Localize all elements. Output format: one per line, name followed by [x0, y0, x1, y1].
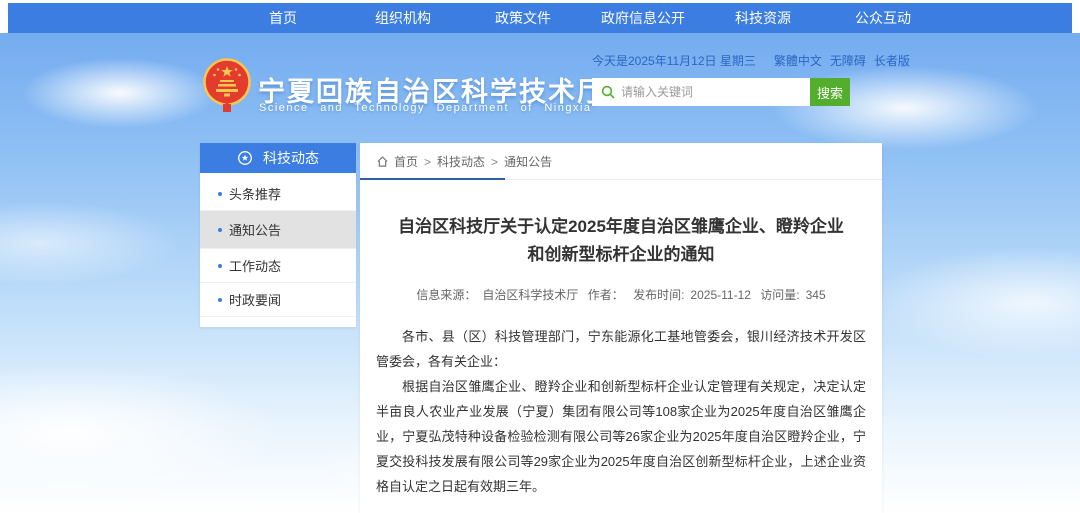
- bullet-icon: [218, 264, 222, 268]
- breadcrumb-notices[interactable]: 通知公告: [504, 153, 552, 170]
- bullet-icon: [218, 192, 222, 196]
- nav-item-home[interactable]: 首页: [223, 8, 343, 28]
- meta-publish-label: 发布时间:: [633, 288, 684, 302]
- meta-publish-date: 2025-11-12: [690, 288, 751, 302]
- meta-views: 345: [806, 288, 826, 302]
- meta-source: 自治区科学技术厅: [482, 288, 578, 302]
- article-title-line1: 自治区科技厅关于认定2025年度自治区雏鹰企业、瞪羚企业: [388, 213, 854, 241]
- sidebar-item-label: 工作动态: [229, 256, 281, 275]
- sidebar-item-work-updates[interactable]: 工作动态: [200, 249, 356, 283]
- bullet-icon: [218, 228, 222, 232]
- sidebar-item-notices[interactable]: 通知公告: [200, 211, 356, 249]
- bullet-icon: [218, 298, 222, 302]
- sidebar-header: 科技动态: [200, 143, 356, 173]
- article-body: 各市、县（区）科技管理部门，宁东能源化工基地管委会，银川经济技术开发区管委会，各…: [360, 324, 882, 499]
- breadcrumb-divider: [360, 178, 882, 180]
- search-icon: [601, 85, 615, 99]
- sidebar-item-label: 通知公告: [229, 220, 281, 239]
- search-box: [592, 78, 810, 106]
- link-elderly-version[interactable]: 长者版: [874, 52, 910, 69]
- nav-item-sci-tech-resources[interactable]: 科技资源: [703, 8, 823, 28]
- article-title: 自治区科技厅关于认定2025年度自治区雏鹰企业、瞪羚企业 和创新型标杆企业的通知: [388, 213, 854, 269]
- meta-author-label: 作者：: [588, 288, 624, 302]
- breadcrumb-home[interactable]: 首页: [394, 153, 418, 170]
- meta-source-label: 信息来源：: [416, 288, 476, 302]
- article-paragraph: 各市、县（区）科技管理部门，宁东能源化工基地管委会，银川经济技术开发区管委会，各…: [376, 324, 866, 374]
- breadcrumb-separator: >: [491, 155, 498, 169]
- breadcrumb-sci-tech-news[interactable]: 科技动态: [437, 153, 485, 170]
- current-date: 今天是2025年11月12日 星期三: [592, 52, 756, 69]
- search-input[interactable]: [621, 85, 809, 99]
- search-button[interactable]: 搜索: [810, 78, 850, 106]
- search-bar: 搜索: [592, 78, 850, 106]
- sidebar-item-current-affairs[interactable]: 时政要闻: [200, 283, 356, 317]
- sidebar-title: 科技动态: [263, 148, 319, 168]
- nav-item-policy-documents[interactable]: 政策文件: [463, 8, 583, 28]
- nav-item-public-interaction[interactable]: 公众互动: [823, 8, 943, 28]
- main-content-panel: 首页 > 科技动态 > 通知公告 自治区科技厅关于认定2025年度自治区雏鹰企业…: [360, 143, 882, 513]
- breadcrumb-separator: >: [424, 155, 431, 169]
- national-emblem-logo: [203, 58, 251, 114]
- circle-star-icon: [237, 150, 253, 166]
- breadcrumb: 首页 > 科技动态 > 通知公告: [360, 143, 882, 178]
- article-paragraph: 根据自治区雏鹰企业、瞪羚企业和创新型标杆企业认定管理有关规定，决定认定半亩良人农…: [376, 374, 866, 499]
- sidebar-item-label: 时政要闻: [229, 290, 281, 309]
- home-icon: [376, 155, 389, 168]
- link-traditional-chinese[interactable]: 繁體中文: [774, 52, 822, 69]
- article-meta: 信息来源： 自治区科学技术厅 作者： 发布时间: 2025-11-12 访问量: 34…: [360, 286, 882, 303]
- nav-item-organization[interactable]: 组织机构: [343, 8, 463, 28]
- sidebar: 科技动态 头条推荐 通知公告 工作动态 时政要闻: [200, 143, 356, 327]
- site-subtitle-english: Science and Technology Department of Nin…: [259, 102, 592, 114]
- meta-views-label: 访问量:: [760, 288, 799, 302]
- article-title-line2: 和创新型标杆企业的通知: [388, 241, 854, 269]
- sidebar-list: 头条推荐 通知公告 工作动态 时政要闻: [200, 173, 356, 317]
- top-navigation: 首页 组织机构 政策文件 政府信息公开 科技资源 公众互动: [8, 3, 1072, 33]
- page: 首页 组织机构 政策文件 政府信息公开 科技资源 公众互动 宁夏回族自治区科学技…: [0, 0, 1080, 513]
- date-row: 今天是2025年11月12日 星期三 繁體中文 无障碍 长者版: [592, 52, 877, 69]
- sidebar-item-label: 头条推荐: [229, 184, 281, 203]
- nav-item-gov-info-disclosure[interactable]: 政府信息公开: [583, 8, 703, 28]
- link-accessibility[interactable]: 无障碍: [830, 52, 866, 69]
- sidebar-item-headlines[interactable]: 头条推荐: [200, 177, 356, 211]
- header-right: 今天是2025年11月12日 星期三 繁體中文 无障碍 长者版 搜索: [592, 52, 877, 106]
